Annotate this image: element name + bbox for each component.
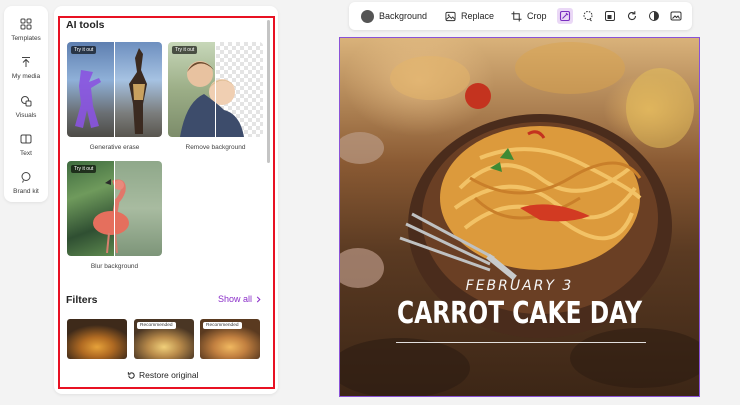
contrast-icon <box>649 11 659 21</box>
filters-tool-button[interactable] <box>668 8 684 24</box>
image-icon <box>445 11 456 21</box>
adjust-tool-button[interactable] <box>646 8 662 24</box>
panel-scrollbar[interactable] <box>267 20 270 163</box>
blur-background-thumbnail[interactable]: Try it out <box>67 161 162 256</box>
filter-image-icon <box>670 11 682 21</box>
magic-edit-icon <box>559 10 571 22</box>
compare-divider[interactable] <box>114 42 115 137</box>
filter-option-recommended-2[interactable]: Recommended <box>200 319 260 359</box>
upload-icon <box>22 57 30 67</box>
left-nav-rail: Templates My media Visuals Text Brand ki… <box>4 6 48 202</box>
filter-option-recommended-1[interactable]: Recommended <box>134 319 194 359</box>
background-color-swatch <box>361 9 374 23</box>
event-date-text[interactable]: FEBRUARY 3 <box>340 278 699 294</box>
lasso-icon <box>583 11 593 22</box>
chevron-right-icon <box>256 296 261 302</box>
flamingo-figure <box>93 179 129 253</box>
restore-original-button[interactable]: Restore original <box>127 370 199 380</box>
select-tool-button[interactable] <box>580 8 596 24</box>
crop-icon <box>511 10 522 22</box>
blur-background-label: Blur background <box>90 263 139 270</box>
background-button-label: Background <box>379 11 428 21</box>
text-icon <box>20 134 32 144</box>
replace-button[interactable]: Replace <box>445 2 494 30</box>
nav-text[interactable]: Text <box>4 129 48 165</box>
show-all-label: Show all <box>218 294 253 304</box>
ai-edit-tool-button[interactable] <box>557 8 573 24</box>
background-button[interactable]: Background <box>361 2 427 30</box>
image-toolbar: Background Replace Crop <box>349 2 692 30</box>
erase-highlight-figure <box>75 70 101 128</box>
try-it-out-badge: Try it out <box>71 165 97 173</box>
nav-my-media-label: My media <box>11 73 41 80</box>
generative-erase-thumbnail[interactable]: Try it out <box>67 42 162 137</box>
filter-option-original[interactable] <box>67 319 127 359</box>
remove-background-thumbnail[interactable]: Try it out <box>168 42 263 137</box>
remove-background-icon <box>605 11 615 21</box>
design-canvas[interactable]: FEBRUARY 3 CARROT CAKE DAY <box>339 37 700 397</box>
recommended-badge: Recommended <box>203 322 242 329</box>
nav-my-media[interactable]: My media <box>4 52 48 88</box>
show-all-link[interactable]: Show all <box>218 294 262 304</box>
compare-divider[interactable] <box>215 42 216 137</box>
ai-tools-heading: AI tools <box>66 19 105 31</box>
generative-erase-label: Generative erase <box>89 144 140 151</box>
rotate-tool-button[interactable] <box>624 8 640 24</box>
nav-brand-kit[interactable]: Brand kit <box>4 167 48 203</box>
filters-heading: Filters <box>66 294 98 306</box>
rotate-icon <box>628 11 637 21</box>
event-title-text[interactable]: CARROT CAKE DAY <box>379 296 659 331</box>
visuals-icon <box>21 96 32 107</box>
nav-visuals[interactable]: Visuals <box>4 91 48 127</box>
restore-icon <box>127 371 135 379</box>
templates-icon <box>20 18 32 30</box>
nav-templates[interactable]: Templates <box>4 14 48 50</box>
remove-background-label: Remove background <box>185 144 246 151</box>
try-it-out-badge: Try it out <box>172 46 198 54</box>
pasta-scene <box>340 42 699 396</box>
try-it-out-badge: Try it out <box>71 46 97 54</box>
nav-visuals-label: Visuals <box>15 112 37 119</box>
nav-templates-label: Templates <box>11 35 41 42</box>
brand-kit-icon <box>21 172 31 183</box>
nav-brand-kit-label: Brand kit <box>13 188 39 195</box>
crop-button-label: Crop <box>527 11 547 21</box>
recommended-badge: Recommended <box>137 322 176 329</box>
title-underline <box>396 342 646 343</box>
restore-original-label: Restore original <box>139 370 199 380</box>
family-portrait <box>180 61 244 137</box>
compare-divider[interactable] <box>114 161 115 256</box>
crop-button[interactable]: Crop <box>511 2 547 30</box>
acrobat-figure <box>129 48 147 134</box>
remove-background-tool-button[interactable] <box>602 8 618 24</box>
replace-button-label: Replace <box>461 11 495 21</box>
nav-text-label: Text <box>20 150 32 157</box>
